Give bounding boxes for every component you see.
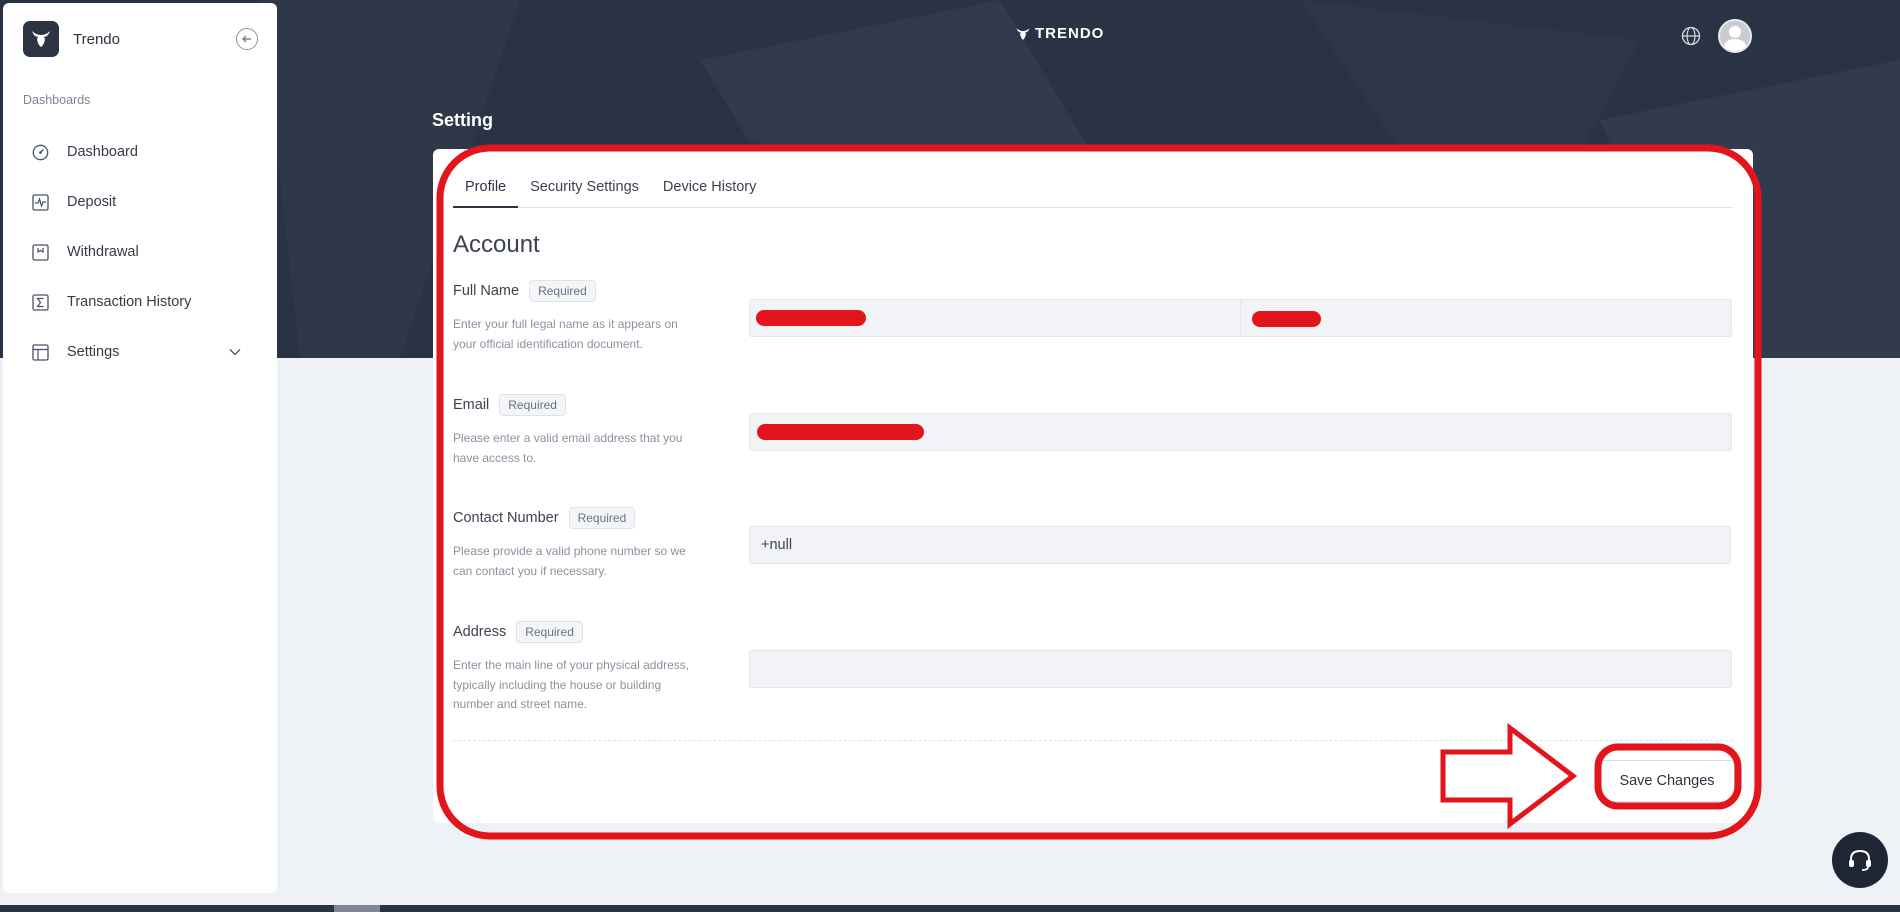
gauge-icon xyxy=(31,143,49,161)
contact-number-help: Please provide a valid phone number so w… xyxy=(453,544,686,578)
sidebar-item-label: Withdrawal xyxy=(67,244,139,260)
required-badge: Required xyxy=(516,621,583,643)
table-icon xyxy=(31,343,49,361)
email-help: Please enter a valid email address that … xyxy=(453,431,683,465)
email-label: Email xyxy=(453,397,490,413)
full-name-label-row: Full Name Required xyxy=(453,280,596,302)
brand[interactable]: Trendo xyxy=(23,21,120,57)
user-avatar[interactable] xyxy=(1718,19,1752,53)
sidebar-nav: Dashboard Deposit Withdrawal Transaction… xyxy=(31,127,251,377)
redaction-mark xyxy=(1252,311,1321,327)
sidebar-item-deposit[interactable]: Deposit xyxy=(31,177,251,227)
email-label-row: Email Required xyxy=(453,394,566,416)
sidebar-item-transaction-history[interactable]: Transaction History xyxy=(31,277,251,327)
redaction-mark xyxy=(756,310,866,326)
sidebar: Trendo Dashboards Dashboard Deposit With… xyxy=(3,3,277,893)
scrollbar-thumb[interactable] xyxy=(334,905,380,912)
first-name-input[interactable] xyxy=(749,299,1240,337)
sidebar-item-label: Dashboard xyxy=(67,144,138,160)
user-icon xyxy=(1723,26,1747,51)
contact-label-row: Contact Number Required xyxy=(453,507,636,529)
support-chat-button[interactable] xyxy=(1832,832,1888,888)
bull-logo-icon xyxy=(1016,27,1030,40)
sidebar-item-label: Deposit xyxy=(67,194,117,210)
required-badge: Required xyxy=(499,394,566,416)
sidebar-item-withdrawal[interactable]: Withdrawal xyxy=(31,227,251,277)
brand-name: Trendo xyxy=(73,30,120,48)
form-divider xyxy=(453,740,1733,741)
collapse-sidebar-button[interactable] xyxy=(236,28,258,50)
redaction-mark xyxy=(757,424,924,440)
horizontal-scrollbar[interactable] xyxy=(0,905,1900,912)
required-badge: Required xyxy=(568,507,636,529)
arrow-left-icon xyxy=(241,35,251,43)
address-label: Address xyxy=(453,624,507,640)
sigma-icon xyxy=(31,293,49,311)
contact-number-label: Contact Number xyxy=(453,510,559,526)
email-field[interactable] xyxy=(749,413,1732,451)
header-logo[interactable]: TRENDO xyxy=(1015,25,1104,42)
bull-logo-icon xyxy=(23,21,59,57)
page-title: Setting xyxy=(432,110,493,130)
tab-profile[interactable]: Profile xyxy=(453,177,519,208)
address-help: Enter the main line of your physical add… xyxy=(453,658,690,711)
tab-security-settings[interactable]: Security Settings xyxy=(518,177,651,208)
save-changes-button[interactable]: Save Changes xyxy=(1599,760,1735,802)
full-name-help: Enter your full legal name as it appears… xyxy=(453,317,678,351)
activity-icon xyxy=(31,193,49,211)
tab-device-history[interactable]: Device History xyxy=(651,177,768,208)
language-globe-icon[interactable] xyxy=(1681,26,1701,46)
chevron-down-icon xyxy=(229,343,241,361)
contact-number-field[interactable]: +null xyxy=(749,526,1731,564)
address-field[interactable] xyxy=(749,650,1732,688)
sidebar-item-dashboard[interactable]: Dashboard xyxy=(31,127,251,177)
sidebar-item-settings[interactable]: Settings xyxy=(31,327,251,377)
sidebar-section-label: Dashboards xyxy=(23,93,91,107)
full-name-label: Full Name xyxy=(453,283,520,299)
last-name-input[interactable] xyxy=(1240,299,1732,337)
sidebar-item-label: Settings xyxy=(67,344,120,360)
required-badge: Required xyxy=(529,280,596,302)
sidebar-item-label: Transaction History xyxy=(67,294,192,310)
settings-card: Profile Security Settings Device History… xyxy=(433,149,1753,823)
header-logo-text: TRENDO xyxy=(1035,25,1105,42)
receipt-icon xyxy=(31,243,49,261)
address-label-row: Address Required xyxy=(453,621,583,643)
settings-tabs: Profile Security Settings Device History xyxy=(453,177,1733,208)
headset-icon xyxy=(1849,849,1871,871)
account-heading: Account xyxy=(453,231,540,258)
